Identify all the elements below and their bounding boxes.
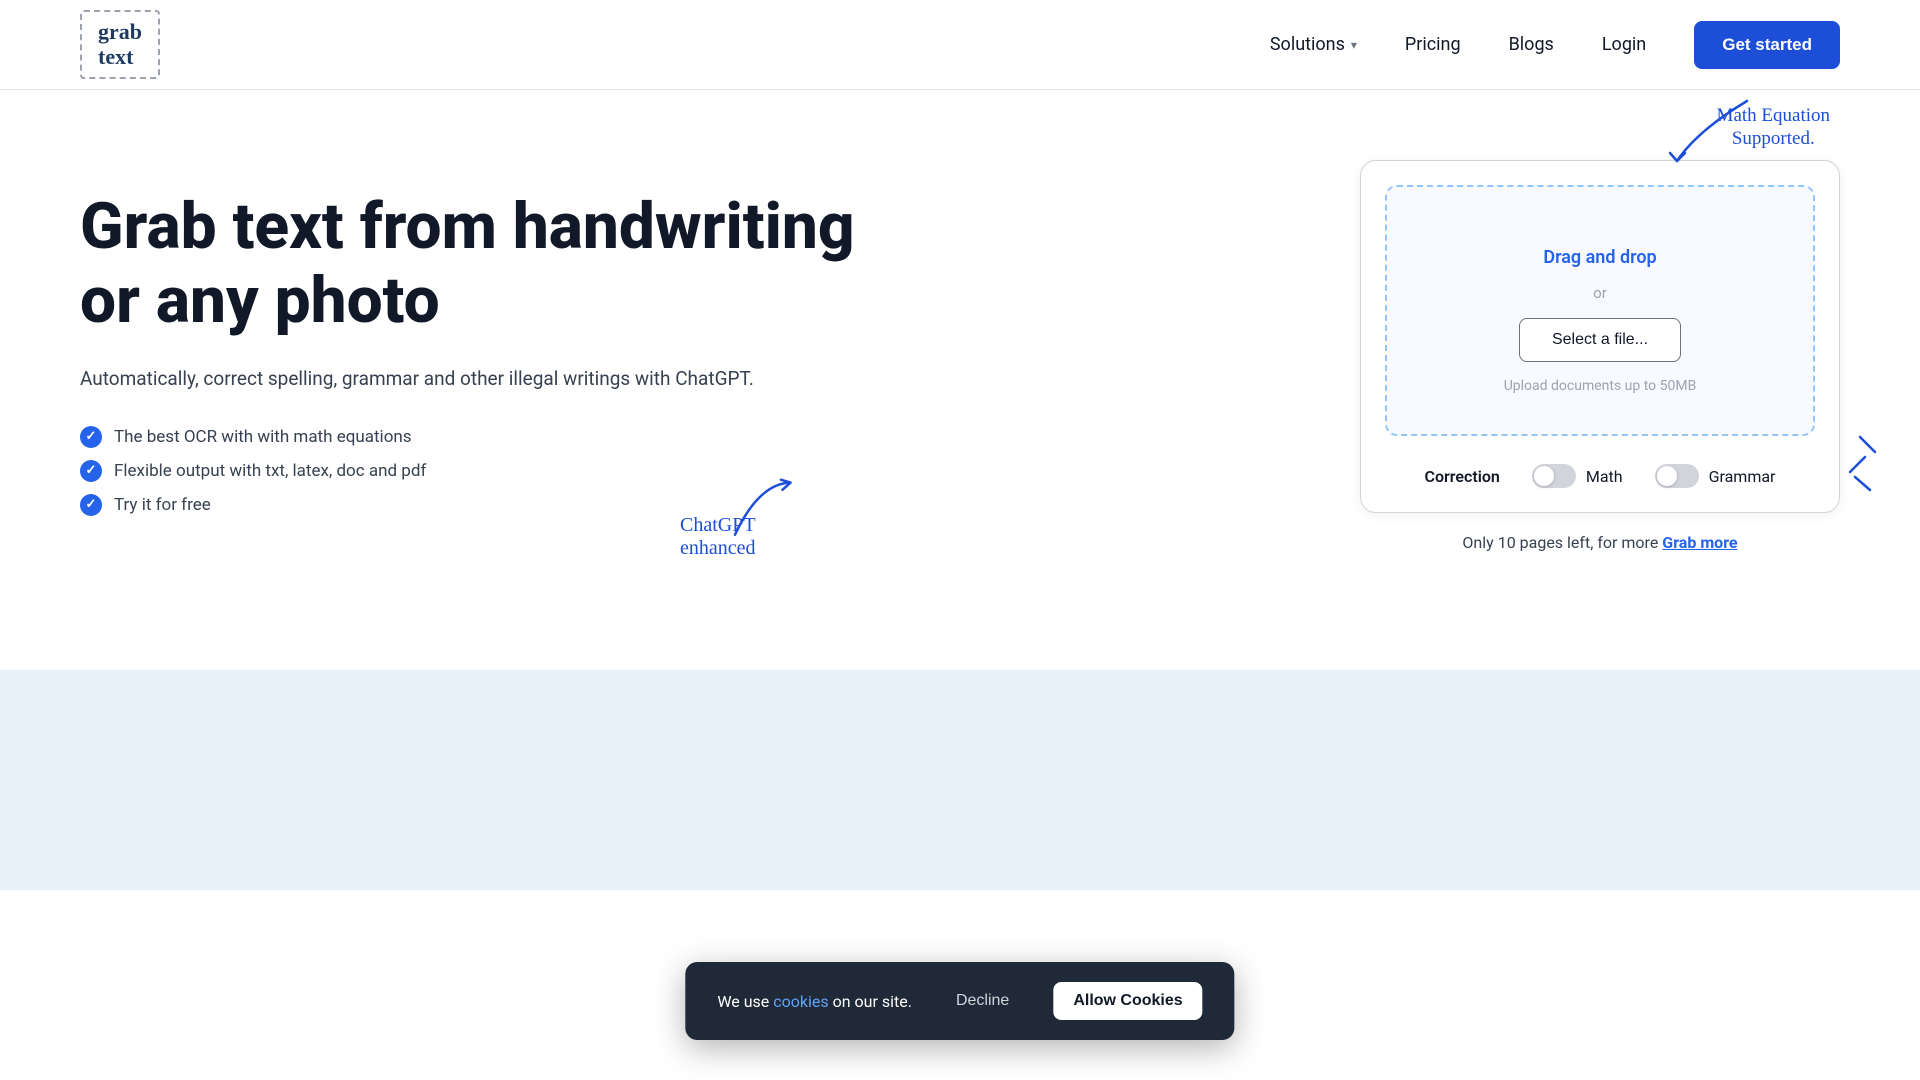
cookie-link[interactable]: cookies [773, 992, 828, 1011]
or-text: or [1427, 284, 1773, 302]
drop-text: Drag and drop [1427, 247, 1773, 268]
toggles-row: Correction Math Grammar [1385, 456, 1815, 488]
math-toggle[interactable] [1532, 464, 1576, 488]
hero-subtitle: Automatically, correct spelling, grammar… [80, 365, 860, 394]
feature-item-3: Try it for free [80, 494, 860, 516]
bottom-section [0, 670, 1920, 890]
math-toggle-group: Math [1532, 464, 1623, 488]
drop-zone[interactable]: Drag and drop or Select a file... Upload… [1385, 185, 1815, 436]
correction-label: Correction [1425, 467, 1500, 486]
nav-login[interactable]: Login [1602, 34, 1646, 55]
math-annotation: Math Equation Supported. [1717, 105, 1830, 151]
check-icon-1 [80, 426, 102, 448]
allow-cookies-button[interactable]: Allow Cookies [1053, 982, 1202, 1020]
get-started-button[interactable]: Get started [1694, 21, 1840, 69]
grab-more-link[interactable]: Grab more [1662, 533, 1737, 552]
check-icon-3 [80, 494, 102, 516]
nav-pricing[interactable]: Pricing [1405, 34, 1461, 55]
feature-item-1: The best OCR with with math equations [80, 426, 860, 448]
feature-item-2: Flexible output with txt, latex, doc and… [80, 460, 860, 482]
logo-line2: text [98, 44, 133, 69]
grammar-toggle-group: Grammar [1655, 464, 1776, 488]
grammar-toggle[interactable] [1655, 464, 1699, 488]
select-file-button[interactable]: Select a file... [1519, 318, 1681, 362]
upload-card: Drag and drop or Select a file... Upload… [1360, 160, 1840, 513]
cookie-banner: We use cookies on our site. Decline Allo… [685, 962, 1234, 1040]
pages-left: Only 10 pages left, for more Grab more [1360, 533, 1840, 552]
check-icon-2 [80, 460, 102, 482]
logo[interactable]: grab text [80, 10, 160, 78]
chevron-down-icon: ▾ [1351, 38, 1357, 52]
nav-blogs[interactable]: Blogs [1509, 34, 1554, 55]
chatgpt-annotation: ChatGPT enhanced [680, 514, 756, 560]
nav-solutions[interactable]: Solutions ▾ [1270, 34, 1357, 55]
feature-list: The best OCR with with math equations Fl… [80, 426, 860, 516]
hero-left: Grab text from handwriting or any photo … [80, 170, 860, 516]
logo-line1: grab [98, 19, 142, 44]
navbar: grab text Solutions ▾ Pricing Blogs Logi… [0, 0, 1920, 90]
grammar-toggle-label: Grammar [1709, 467, 1776, 486]
upload-area: Math Equation Supported. Drag and drop o… [1360, 160, 1840, 552]
nav-links: Solutions ▾ Pricing Blogs Login Get star… [1270, 21, 1840, 69]
hero-title: Grab text from handwriting or any photo [80, 190, 860, 337]
decline-button[interactable]: Decline [944, 984, 1021, 1018]
upload-hint: Upload documents up to 50MB [1427, 378, 1773, 394]
cookie-text: We use cookies on our site. [717, 992, 912, 1011]
math-toggle-label: Math [1586, 467, 1623, 486]
hero-section: Grab text from handwriting or any photo … [0, 90, 1920, 670]
